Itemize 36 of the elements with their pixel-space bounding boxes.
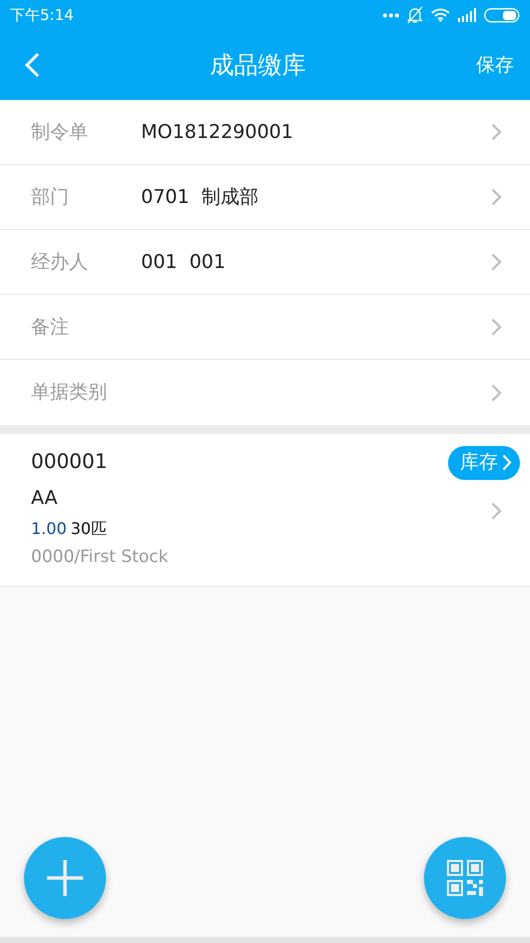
item-unit: 30匹 — [70, 518, 107, 540]
add-button[interactable] — [24, 837, 106, 919]
item-quantity: 1.00 — [31, 518, 67, 540]
bell-muted-icon — [407, 6, 423, 24]
field-label: 部门 — [31, 184, 70, 210]
form-row[interactable]: 部门 0701 制成部 — [0, 165, 530, 230]
field-label: 制令单 — [31, 120, 89, 145]
plus-icon — [47, 860, 83, 896]
item-location: 0000/First Stock — [31, 546, 170, 568]
field-value: MO1812290001 — [141, 120, 294, 143]
chevron-icon — [491, 188, 502, 206]
item-name: AA — [31, 486, 59, 511]
field-label: 备注 — [31, 314, 70, 340]
field-label: 单据类别 — [31, 380, 108, 406]
chevron-icon — [491, 502, 502, 520]
chevron-icon — [491, 253, 502, 271]
more-icon — [383, 12, 399, 18]
scan-button[interactable] — [424, 837, 506, 919]
chevron-icon — [502, 454, 512, 471]
field-value: 0701 制成部 — [141, 186, 258, 208]
item-card[interactable]: 000001 AA 1.00 30匹 0000/First Stock 库存 — [0, 434, 530, 587]
field-value: 001 001 — [141, 250, 226, 273]
wifi-icon — [431, 8, 450, 22]
item-code: 000001 — [31, 448, 108, 475]
form-row[interactable]: 经办人 001 001 — [0, 230, 530, 295]
chevron-icon — [491, 318, 502, 336]
chevron-icon — [491, 123, 502, 141]
back-icon[interactable] — [24, 52, 40, 78]
page-title: 成品缴库 — [210, 50, 306, 81]
battery-icon — [484, 8, 520, 22]
signal-icon — [458, 8, 476, 22]
field-label: 经办人 — [31, 250, 89, 275]
chevron-icon — [491, 384, 502, 402]
form-row[interactable]: 制令单 MO1812290001 — [0, 100, 530, 165]
status-time: 下午5:14 — [10, 4, 74, 26]
qr-code-icon — [447, 860, 483, 896]
